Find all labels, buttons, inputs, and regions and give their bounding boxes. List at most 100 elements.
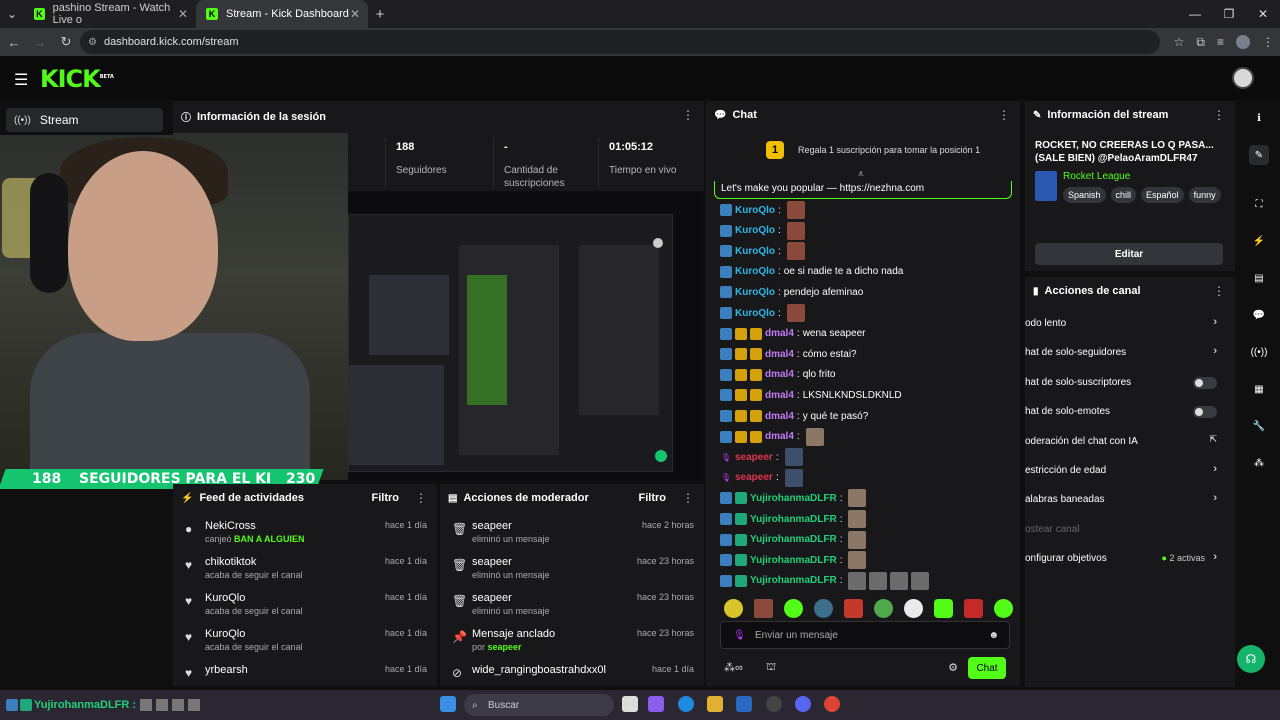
chat-username[interactable]: dmal4 (765, 411, 794, 422)
emote[interactable] (874, 599, 893, 618)
sub-leaderboard-promo[interactable]: 1 Regala 1 suscripción para tomar la pos… (766, 141, 980, 159)
chat-message[interactable]: YujirohanmaDLFR: (720, 530, 867, 549)
chat-message[interactable]: KuroQlo: (720, 221, 805, 240)
collapse-pinned-icon[interactable]: ⩡ (858, 169, 864, 180)
chat-username[interactable]: KuroQlo (735, 266, 775, 277)
chat-message[interactable]: YujirohanmaDLFR: (720, 489, 867, 508)
browser-tab-1[interactable]: K Stream - Kick Dashboard ✕ (196, 0, 368, 28)
browser-menu-icon[interactable]: ⋮ (1262, 35, 1274, 49)
emote[interactable] (904, 599, 923, 618)
more-options-icon[interactable]: ⋮ (1213, 108, 1225, 122)
back-icon[interactable]: ← (2, 35, 26, 50)
emote[interactable] (724, 599, 743, 618)
chat-username[interactable]: KuroQlo (735, 246, 775, 257)
chat-message[interactable]: dmal4: qlo frito (720, 366, 835, 384)
edit-stream-button[interactable]: Editar (1035, 243, 1223, 265)
chat-input[interactable]: 🎙 Enviar un mensaje ☻ (720, 621, 1010, 649)
list-item[interactable]: 🗑 seapeer eliminó un mensaje hace 23 horas (440, 592, 704, 628)
list-icon[interactable]: ▤ (1249, 268, 1269, 288)
file-explorer-icon[interactable] (707, 696, 723, 712)
new-tab-button[interactable]: + (368, 6, 392, 23)
site-info-icon[interactable]: ⚙ (88, 37, 97, 48)
more-options-icon[interactable]: ⋮ (998, 108, 1010, 122)
extensions-icon[interactable]: ⧉ (1196, 35, 1205, 50)
edit-icon[interactable]: ✎ (1249, 145, 1269, 165)
bookmark-star-icon[interactable]: ☆ (1174, 35, 1185, 49)
list-item[interactable]: ♥ chikotiktok acaba de seguir el canal hac… (173, 556, 437, 592)
chat-username[interactable]: YujirohanmaDLFR (750, 555, 837, 566)
tab-list-icon[interactable]: ≡ (1217, 35, 1224, 49)
chat-username[interactable]: KuroQlo (735, 225, 775, 236)
close-tab-icon[interactable]: ✕ (178, 7, 188, 21)
list-item[interactable]: ♥ KuroQlo acaba de seguir el canal hace 1 … (173, 592, 437, 628)
chat-message[interactable]: YujirohanmaDLFR: (720, 551, 867, 570)
chat-icon[interactable]: 💬 (1249, 305, 1269, 325)
channel-action-item[interactable]: hat de solo-emotes (1025, 403, 1235, 421)
kick-logo[interactable]: KICKBETA (40, 65, 114, 93)
edge-icon[interactable] (678, 696, 694, 712)
channel-action-item[interactable]: hat de solo-seguidores › (1025, 344, 1235, 362)
send-chat-button[interactable]: Chat (968, 657, 1006, 679)
chat-message[interactable]: dmal4: wena seapeer (720, 325, 866, 343)
reload-icon[interactable]: ↻ (54, 34, 78, 50)
chat-username[interactable]: dmal4 (765, 390, 794, 401)
emote[interactable] (844, 599, 863, 618)
store-icon[interactable] (736, 696, 752, 712)
chat-message[interactable]: dmal4: (720, 427, 824, 446)
start-icon[interactable] (440, 696, 456, 712)
capture-icon[interactable]: ⛶ (1249, 194, 1269, 214)
chat-message[interactable]: KuroQlo: (720, 242, 805, 261)
chat-username[interactable]: YujirohanmaDLFR (750, 493, 837, 504)
pinned-message[interactable]: Let's make you popular — https://nezhna.… (714, 181, 1012, 199)
bolt-icon[interactable]: ⚡ (1249, 231, 1269, 251)
tab-search-icon[interactable]: ⌄ (0, 7, 24, 21)
toggle-switch[interactable] (1193, 376, 1217, 389)
more-options-icon[interactable]: ⋮ (682, 108, 694, 122)
chat-username[interactable]: KuroQlo (735, 287, 775, 298)
close-tab-icon[interactable]: ✕ (350, 7, 360, 21)
user-avatar[interactable] (1232, 67, 1254, 89)
chat-username[interactable]: dmal4 (765, 369, 794, 380)
emote[interactable] (784, 599, 803, 618)
chat-message[interactable]: dmal4: LKSNLKNDSLDKNLD (720, 386, 902, 404)
chat-username[interactable]: YujirohanmaDLFR (750, 575, 837, 586)
chat-username[interactable]: YujirohanmaDLFR (750, 514, 837, 525)
chat-username[interactable]: dmal4 (765, 349, 794, 360)
emote[interactable] (754, 599, 773, 618)
url-field[interactable]: ⚙ dashboard.kick.com/stream (80, 30, 1160, 54)
more-options-icon[interactable]: ⋮ (682, 491, 694, 505)
toggle-switch[interactable] (1193, 406, 1217, 419)
chat-message[interactable]: dmal4: y qué te pasó? (720, 407, 868, 425)
emote-picker-icon[interactable]: ☻ (988, 630, 999, 641)
copilot-icon[interactable] (648, 696, 664, 712)
chat-message[interactable]: KuroQlo: oe si nadie te a dicho nada (720, 263, 903, 281)
chat-username[interactable]: seapeer (735, 472, 773, 483)
stream-preview[interactable] (348, 192, 703, 480)
chat-message[interactable]: KuroQlo: (720, 304, 805, 322)
broadcast-icon[interactable]: ((•)) (1249, 342, 1269, 362)
chat-username[interactable]: YujirohanmaDLFR (750, 534, 837, 545)
filter-button[interactable]: Filtro (372, 492, 400, 504)
wrench-icon[interactable]: 🔧 (1249, 416, 1269, 436)
sidebar-item-stream-active[interactable]: ((•)) Stream (6, 108, 163, 132)
list-item[interactable]: 🗑 seapeer eliminó un mensaje hace 2 horas (440, 520, 704, 556)
emote[interactable] (964, 599, 983, 618)
more-options-icon[interactable]: ⋮ (1213, 284, 1225, 298)
chat-message[interactable]: KuroQlo: (720, 201, 805, 219)
minimize-icon[interactable]: — (1178, 0, 1212, 28)
chat-message[interactable]: YujirohanmaDLFR: (720, 510, 867, 528)
channel-action-item[interactable]: oderación del chat con IA ⇱ (1025, 433, 1235, 451)
profile-avatar[interactable] (1236, 35, 1250, 49)
list-item[interactable]: 📌 Mensaje anclado por seapeer hace 23 horas (440, 628, 704, 664)
chat-username[interactable]: KuroQlo (735, 205, 775, 216)
gift-icon[interactable]: ⛫ (766, 661, 776, 675)
emote[interactable] (994, 599, 1013, 618)
grid-icon[interactable]: ▦ (1249, 379, 1269, 399)
channel-action-item[interactable]: ostear canal (1025, 521, 1235, 539)
apps-icon[interactable]: ⁂ (1249, 453, 1269, 473)
chat-username[interactable]: dmal4 (765, 431, 794, 442)
channel-action-item[interactable]: alabras baneadas › (1025, 491, 1235, 509)
chat-username[interactable]: KuroQlo (735, 308, 775, 319)
chat-message[interactable]: YujirohanmaDLFR: (720, 571, 930, 590)
chat-message[interactable]: 🎙 seapeer: (720, 468, 803, 487)
